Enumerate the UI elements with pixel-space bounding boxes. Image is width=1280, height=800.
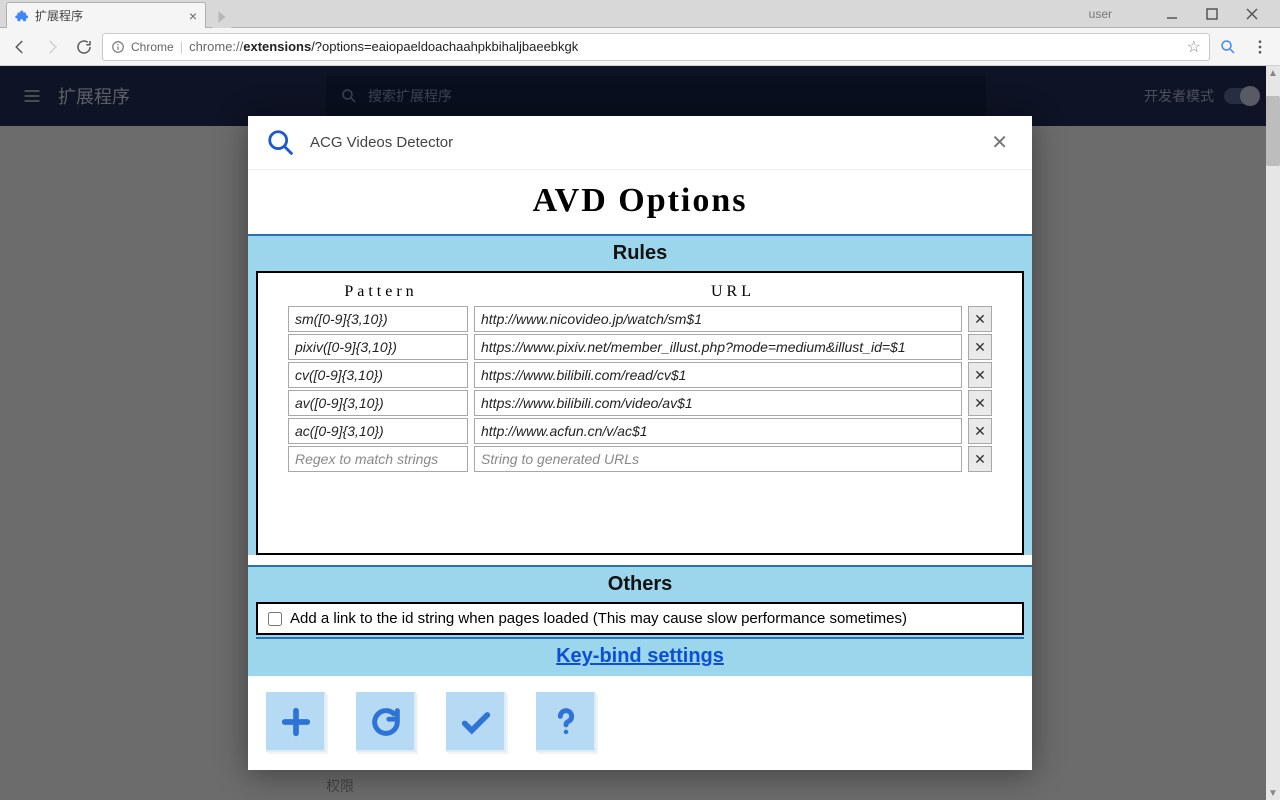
scroll-thumb[interactable]	[1266, 96, 1280, 166]
rule-row: ✕	[258, 333, 1022, 361]
bookmark-star-icon[interactable]: ☆	[1187, 37, 1201, 57]
action-buttons	[248, 676, 1032, 770]
keybind-link[interactable]: Key-bind settings	[556, 645, 724, 667]
delete-rule-button[interactable]: ✕	[968, 362, 992, 388]
pattern-input[interactable]	[288, 362, 468, 388]
tab-title: 扩展程序	[35, 7, 83, 24]
pattern-input[interactable]	[288, 418, 468, 444]
delete-rule-button[interactable]: ✕	[968, 390, 992, 416]
options-dialog: ACG Videos Detector ✕ AVD Options Rules …	[248, 116, 1032, 770]
puzzle-icon	[15, 9, 29, 23]
omnibox-secure-label: Chrome	[131, 40, 174, 54]
url-input[interactable]	[474, 306, 962, 332]
add-link-label: Add a link to the id string when pages l…	[290, 610, 907, 627]
rule-row: ✕	[258, 305, 1022, 333]
delete-rule-button[interactable]: ✕	[968, 306, 992, 332]
options-title: AVD Options	[248, 170, 1032, 234]
close-icon[interactable]: ×	[189, 9, 197, 23]
browser-tab[interactable]: 扩展程序 ×	[6, 2, 206, 28]
rules-heading: Rules	[248, 236, 1032, 271]
rule-row: ✕	[258, 417, 1022, 445]
close-window-button[interactable]	[1232, 0, 1272, 28]
site-info-icon	[111, 40, 125, 54]
scroll-down-arrow[interactable]: ▼	[1266, 786, 1280, 800]
scrollbar[interactable]: ▲ ▼	[1266, 66, 1280, 800]
delete-rule-button[interactable]: ✕	[968, 334, 992, 360]
search-ext-button[interactable]	[1214, 33, 1242, 61]
new-tab-button[interactable]	[211, 6, 233, 28]
url-input[interactable]	[474, 362, 962, 388]
close-dialog-button[interactable]: ✕	[985, 126, 1014, 159]
url-input[interactable]	[474, 418, 962, 444]
apply-button[interactable]	[446, 692, 506, 752]
back-button[interactable]	[6, 33, 34, 61]
col-url: URL	[474, 283, 992, 301]
url-input[interactable]	[474, 334, 962, 360]
help-button[interactable]	[536, 692, 596, 752]
permissions-label: 权限	[326, 776, 354, 796]
minimize-button[interactable]	[1152, 0, 1192, 28]
rules-header-row: Pattern URL	[258, 281, 1022, 305]
tab-strip: 扩展程序 ×	[0, 0, 233, 28]
pattern-input[interactable]	[288, 334, 468, 360]
rules-section: Rules Pattern URL ✕✕✕✕✕ ✕	[248, 234, 1032, 555]
omnibox-url: chrome://extensions/?options=eaiopaeldoa…	[189, 39, 578, 54]
url-input[interactable]	[474, 390, 962, 416]
rule-row-empty: ✕	[258, 445, 1022, 473]
reload-button[interactable]	[70, 33, 98, 61]
others-box: Add a link to the id string when pages l…	[256, 602, 1024, 635]
add-link-checkbox[interactable]	[268, 612, 282, 626]
menu-button[interactable]	[1246, 33, 1274, 61]
address-bar[interactable]: Chrome | chrome://extensions/?options=ea…	[102, 33, 1210, 61]
delete-rule-button[interactable]: ✕	[968, 446, 992, 472]
reload-defaults-button[interactable]	[356, 692, 416, 752]
pattern-input[interactable]	[288, 390, 468, 416]
col-pattern: Pattern	[288, 283, 474, 301]
add-button[interactable]	[266, 692, 326, 752]
pattern-input[interactable]	[288, 306, 468, 332]
others-section: Others Add a link to the id string when …	[248, 565, 1032, 676]
dialog-header: ACG Videos Detector ✕	[248, 116, 1032, 170]
rule-row: ✕	[258, 361, 1022, 389]
keybind-row: Key-bind settings	[248, 639, 1032, 676]
rules-box: Pattern URL ✕✕✕✕✕ ✕	[256, 271, 1024, 555]
pattern-input-new[interactable]	[288, 446, 468, 472]
delete-rule-button[interactable]: ✕	[968, 418, 992, 444]
user-label: user	[1089, 7, 1112, 21]
rule-row: ✕	[258, 389, 1022, 417]
maximize-button[interactable]	[1192, 0, 1232, 28]
others-heading: Others	[248, 567, 1032, 602]
scroll-up-arrow[interactable]: ▲	[1266, 66, 1280, 80]
magnifier-icon	[266, 128, 296, 158]
browser-toolbar: Chrome | chrome://extensions/?options=ea…	[0, 28, 1280, 66]
dialog-app-name: ACG Videos Detector	[310, 134, 453, 151]
forward-button[interactable]	[38, 33, 66, 61]
url-input-new[interactable]	[474, 446, 962, 472]
